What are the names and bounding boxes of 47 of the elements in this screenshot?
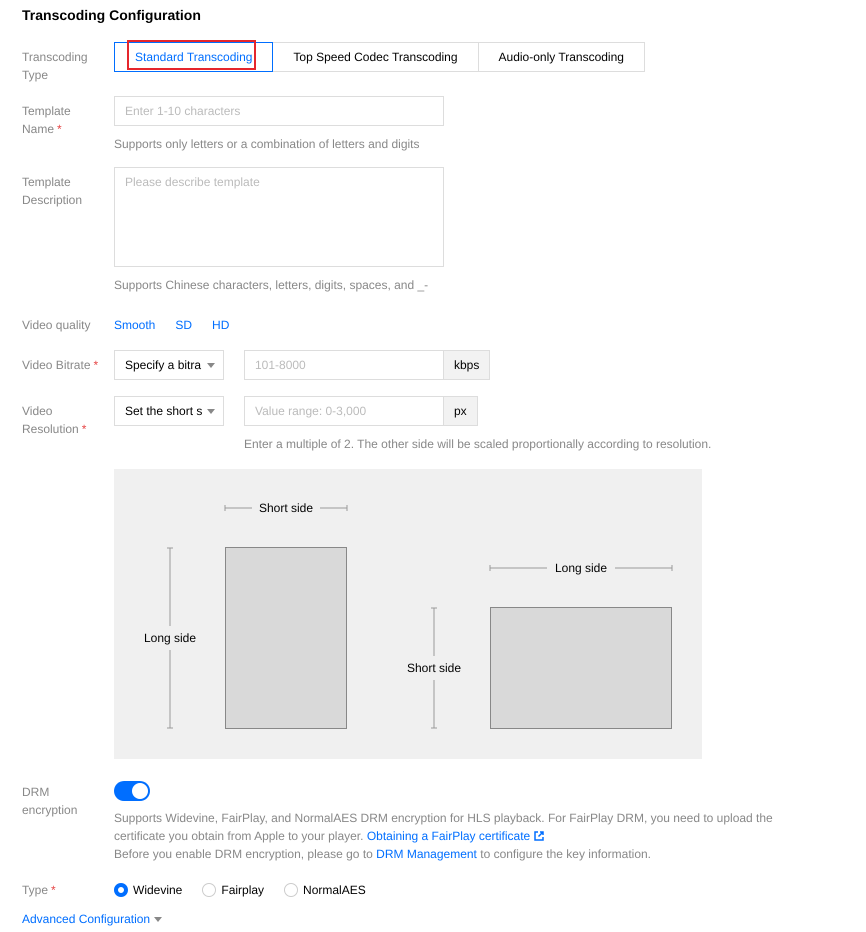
bitrate-select[interactable]: Specify a bitra (114, 350, 224, 380)
section-title: Transcoding Configuration (22, 6, 202, 24)
field-label: DRM encryption (22, 784, 78, 819)
dimension-label: Long side (144, 631, 196, 645)
dimension-label: Short side (258, 501, 314, 515)
unit-label: kbps (444, 350, 490, 380)
field-label: Video Bitrate * (22, 357, 100, 374)
field-label: Video quality (22, 317, 92, 334)
caret-icon (207, 362, 215, 368)
drm-description: Supports Widevine, FairPlay, and NormalAES DRM encryption for HLS playback. For FairPlay DRM, you need to upload the certificate you obtain from Apple to your player. Obtaining a FairPlay certificate (114, 810, 774, 845)
transcoding-type-tab[interactable]: Top Speed Codec Transcoding (272, 42, 479, 72)
type-radio[interactable]: Widevine (114, 881, 182, 899)
caret-icon (207, 408, 215, 414)
field-hint: Enter a multiple of 2. The other side will be scaled proportionally according to resolution. (244, 436, 712, 453)
field-label: Template Name * (22, 103, 72, 138)
quality-link[interactable]: HD (212, 316, 230, 334)
drm-note: Before you enable DRM encryption, please go to DRM Management to configure the key information. (114, 846, 652, 863)
field-hint: Supports Chinese characters, letters, digits, spaces, and _- (114, 277, 430, 294)
transcoding-type-tab[interactable]: Audio-only Transcoding (478, 42, 645, 72)
field-label: Transcoding Type (22, 49, 89, 84)
external-link-icon (534, 831, 544, 841)
type-radio[interactable]: Fairplay (202, 881, 264, 899)
required-mark: * (51, 883, 56, 897)
quality-link[interactable]: Smooth (114, 316, 156, 334)
fairplay-certificate-link[interactable]: Obtaining a FairPlay certificate (366, 829, 544, 843)
template-description-field[interactable]: Please describe template (114, 167, 444, 267)
type-radio[interactable]: NormalAES (284, 881, 366, 899)
field-label: Template Description (22, 174, 84, 209)
dimension-label: Short side (406, 661, 462, 675)
quality-link[interactable]: SD (175, 316, 192, 334)
required-mark: * (82, 422, 86, 436)
advanced-configuration-link[interactable]: Advanced Configuration (22, 910, 162, 928)
drm-toggle[interactable] (114, 781, 150, 801)
template-name-field[interactable]: Enter 1-10 characters (114, 96, 444, 126)
caret-icon (154, 916, 162, 922)
drm-management-link[interactable]: DRM Management (376, 847, 477, 861)
required-mark: * (94, 358, 98, 372)
bitrate-field[interactable]: 101-8000 (244, 350, 444, 380)
required-mark: * (57, 122, 62, 136)
transcoding-type-tab[interactable]: Standard Transcoding (114, 42, 274, 72)
field-label: Video Resolution * (22, 403, 88, 438)
resolution-field[interactable]: Value range: 0-3,000 (244, 396, 444, 426)
field-label: Type * (22, 882, 57, 899)
field-hint: Supports only letters or a combination of letters and digits (114, 136, 420, 153)
dimension-label: Long side (554, 561, 608, 575)
resolution-select[interactable]: Set the short s (114, 396, 224, 426)
unit-label: px (444, 396, 478, 426)
